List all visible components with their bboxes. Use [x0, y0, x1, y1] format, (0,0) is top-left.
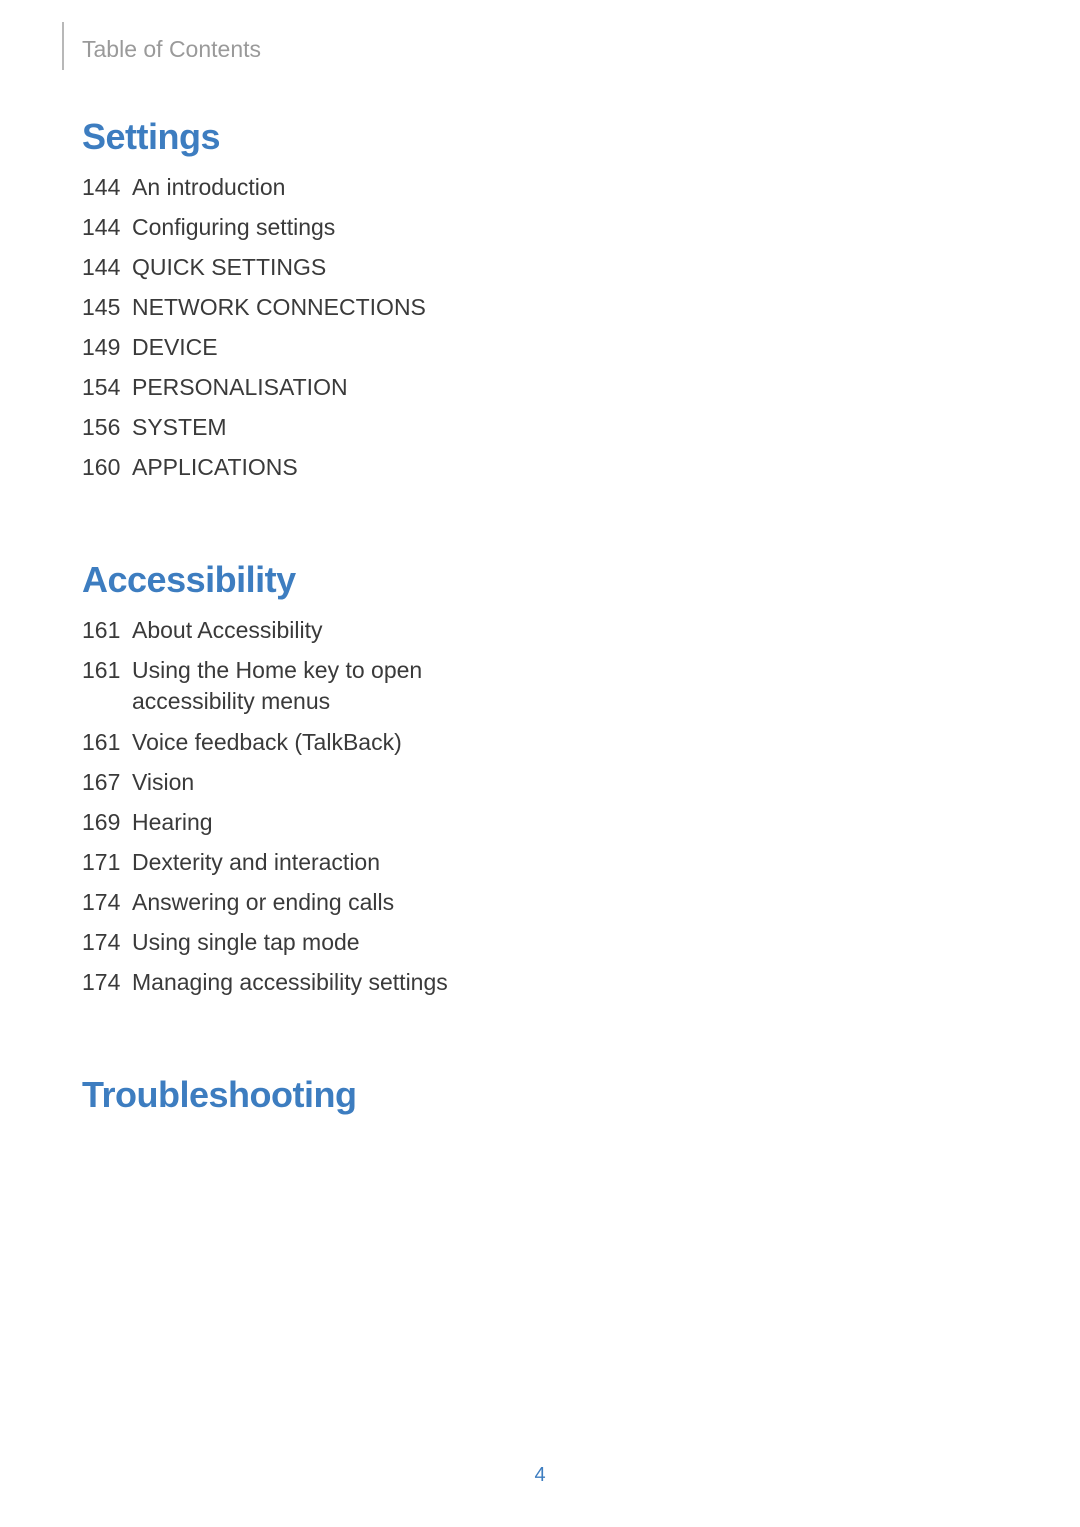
toc-entry[interactable]: 144 An introduction	[82, 172, 1080, 203]
toc-page: 169	[82, 807, 132, 838]
section-heading[interactable]: Troubleshooting	[82, 1074, 1080, 1116]
toc-content: Settings 144 An introduction 144 Configu…	[0, 70, 1080, 1116]
page-header: Table of Contents	[0, 0, 1080, 70]
section-heading[interactable]: Accessibility	[82, 559, 1080, 601]
toc-title: APPLICATIONS	[132, 452, 298, 483]
toc-page: 144	[82, 252, 132, 283]
toc-entry[interactable]: 169 Hearing	[82, 807, 1080, 838]
toc-entry[interactable]: 174 Answering or ending calls	[82, 887, 1080, 918]
toc-page: 167	[82, 767, 132, 798]
toc-title: Managing accessibility settings	[132, 967, 448, 998]
section-heading[interactable]: Settings	[82, 116, 1080, 158]
toc-entry[interactable]: 171 Dexterity and interaction	[82, 847, 1080, 878]
toc-title: Dexterity and interaction	[132, 847, 380, 878]
toc-entry[interactable]: 174 Using single tap mode	[82, 927, 1080, 958]
toc-page: 171	[82, 847, 132, 878]
toc-entry[interactable]: 144 QUICK SETTINGS	[82, 252, 1080, 283]
toc-page: 144	[82, 172, 132, 203]
toc-entry[interactable]: 161 About Accessibility	[82, 615, 1080, 646]
toc-page: 144	[82, 212, 132, 243]
toc-page: 161	[82, 615, 132, 646]
toc-entry[interactable]: 174 Managing accessibility settings	[82, 967, 1080, 998]
toc-entry[interactable]: 149 DEVICE	[82, 332, 1080, 363]
toc-title: Voice feedback (TalkBack)	[132, 727, 402, 758]
toc-section-accessibility: Accessibility 161 About Accessibility 16…	[82, 559, 1080, 997]
toc-page: 154	[82, 372, 132, 403]
toc-page: 149	[82, 332, 132, 363]
toc-page: 174	[82, 927, 132, 958]
toc-page: 174	[82, 887, 132, 918]
toc-title: Configuring settings	[132, 212, 335, 243]
header-rule	[62, 22, 64, 70]
toc-page: 161	[82, 727, 132, 758]
header-label: Table of Contents	[82, 36, 261, 63]
toc-entry[interactable]: 161 Voice feedback (TalkBack)	[82, 727, 1080, 758]
toc-entry[interactable]: 160 APPLICATIONS	[82, 452, 1080, 483]
toc-page: 161	[82, 655, 132, 686]
toc-page: 145	[82, 292, 132, 323]
toc-title: Answering or ending calls	[132, 887, 394, 918]
toc-section-troubleshooting: Troubleshooting	[82, 1074, 1080, 1116]
toc-page: 156	[82, 412, 132, 443]
toc-title: NETWORK CONNECTIONS	[132, 292, 426, 323]
toc-entry[interactable]: 144 Configuring settings	[82, 212, 1080, 243]
toc-title: DEVICE	[132, 332, 218, 363]
toc-title: Using the Home key to open accessibility…	[132, 655, 512, 717]
toc-entry[interactable]: 167 Vision	[82, 767, 1080, 798]
toc-title: Hearing	[132, 807, 213, 838]
toc-entry[interactable]: 161 Using the Home key to open accessibi…	[82, 655, 1080, 717]
toc-title: PERSONALISATION	[132, 372, 348, 403]
toc-entry[interactable]: 145 NETWORK CONNECTIONS	[82, 292, 1080, 323]
toc-section-settings: Settings 144 An introduction 144 Configu…	[82, 116, 1080, 483]
toc-title: About Accessibility	[132, 615, 322, 646]
toc-entry[interactable]: 156 SYSTEM	[82, 412, 1080, 443]
toc-title: Vision	[132, 767, 194, 798]
toc-page: 160	[82, 452, 132, 483]
toc-page: 174	[82, 967, 132, 998]
toc-entry[interactable]: 154 PERSONALISATION	[82, 372, 1080, 403]
toc-title: An introduction	[132, 172, 285, 203]
toc-title: QUICK SETTINGS	[132, 252, 326, 283]
toc-title: Using single tap mode	[132, 927, 360, 958]
page-number: 4	[0, 1464, 1080, 1487]
toc-title: SYSTEM	[132, 412, 227, 443]
